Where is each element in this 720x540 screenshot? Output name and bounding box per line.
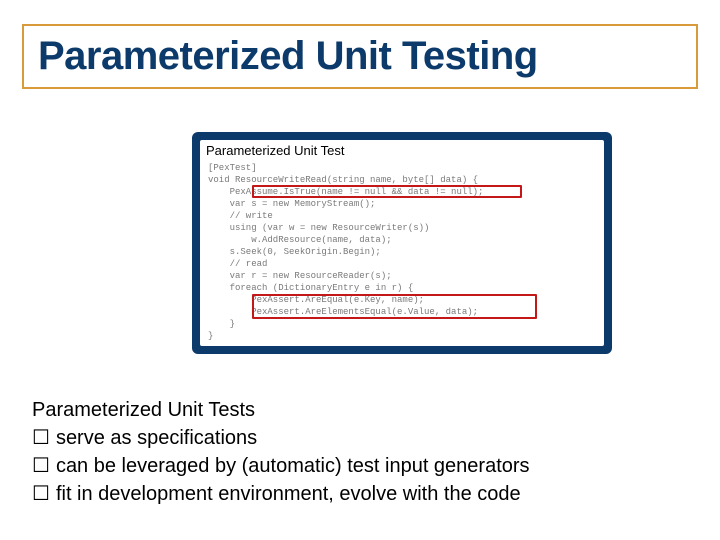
summary-item-text: can be leveraged by (automatic) test inp… — [56, 452, 530, 480]
checkbox-icon: ☐ — [32, 452, 50, 480]
summary-heading: Parameterized Unit Tests — [32, 396, 692, 424]
title-box: Parameterized Unit Testing — [22, 24, 698, 89]
summary-item-text: fit in development environment, evolve w… — [56, 480, 521, 508]
checkbox-icon: ☐ — [32, 480, 50, 508]
highlight-assume — [252, 185, 522, 198]
summary-item: ☐ can be leveraged by (automatic) test i… — [32, 452, 692, 480]
code-panel: Parameterized Unit Test [PexTest] void R… — [192, 132, 612, 354]
summary-item-text: serve as specifications — [56, 424, 257, 452]
code-tab-label: Parameterized Unit Test — [202, 142, 349, 159]
checkbox-icon: ☐ — [32, 424, 50, 452]
slide-title: Parameterized Unit Testing — [38, 34, 682, 79]
highlight-asserts — [252, 294, 537, 319]
summary-item: ☐ fit in development environment, evolve… — [32, 480, 692, 508]
summary-item: ☐ serve as specifications — [32, 424, 692, 452]
summary-block: Parameterized Unit Tests ☐ serve as spec… — [32, 396, 692, 508]
code-inner: Parameterized Unit Test [PexTest] void R… — [200, 140, 604, 346]
